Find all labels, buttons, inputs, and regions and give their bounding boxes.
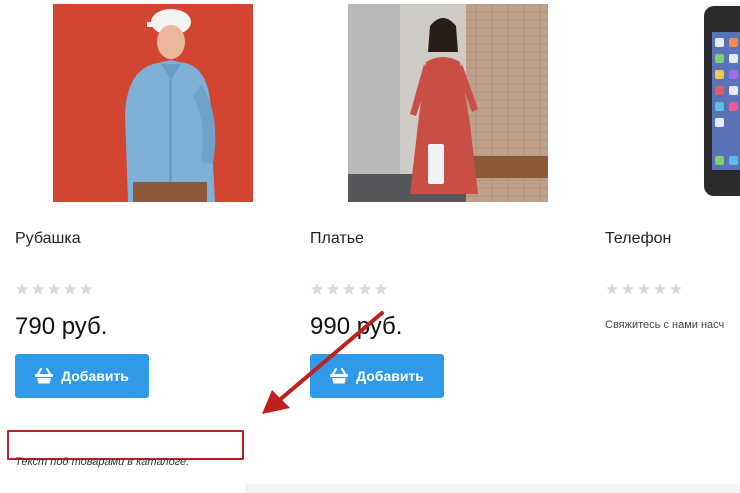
catalog-description-text: Текст под товарами в каталоге. xyxy=(15,456,190,468)
page-footer-strip xyxy=(245,484,740,493)
annotation-arrow xyxy=(262,311,384,414)
